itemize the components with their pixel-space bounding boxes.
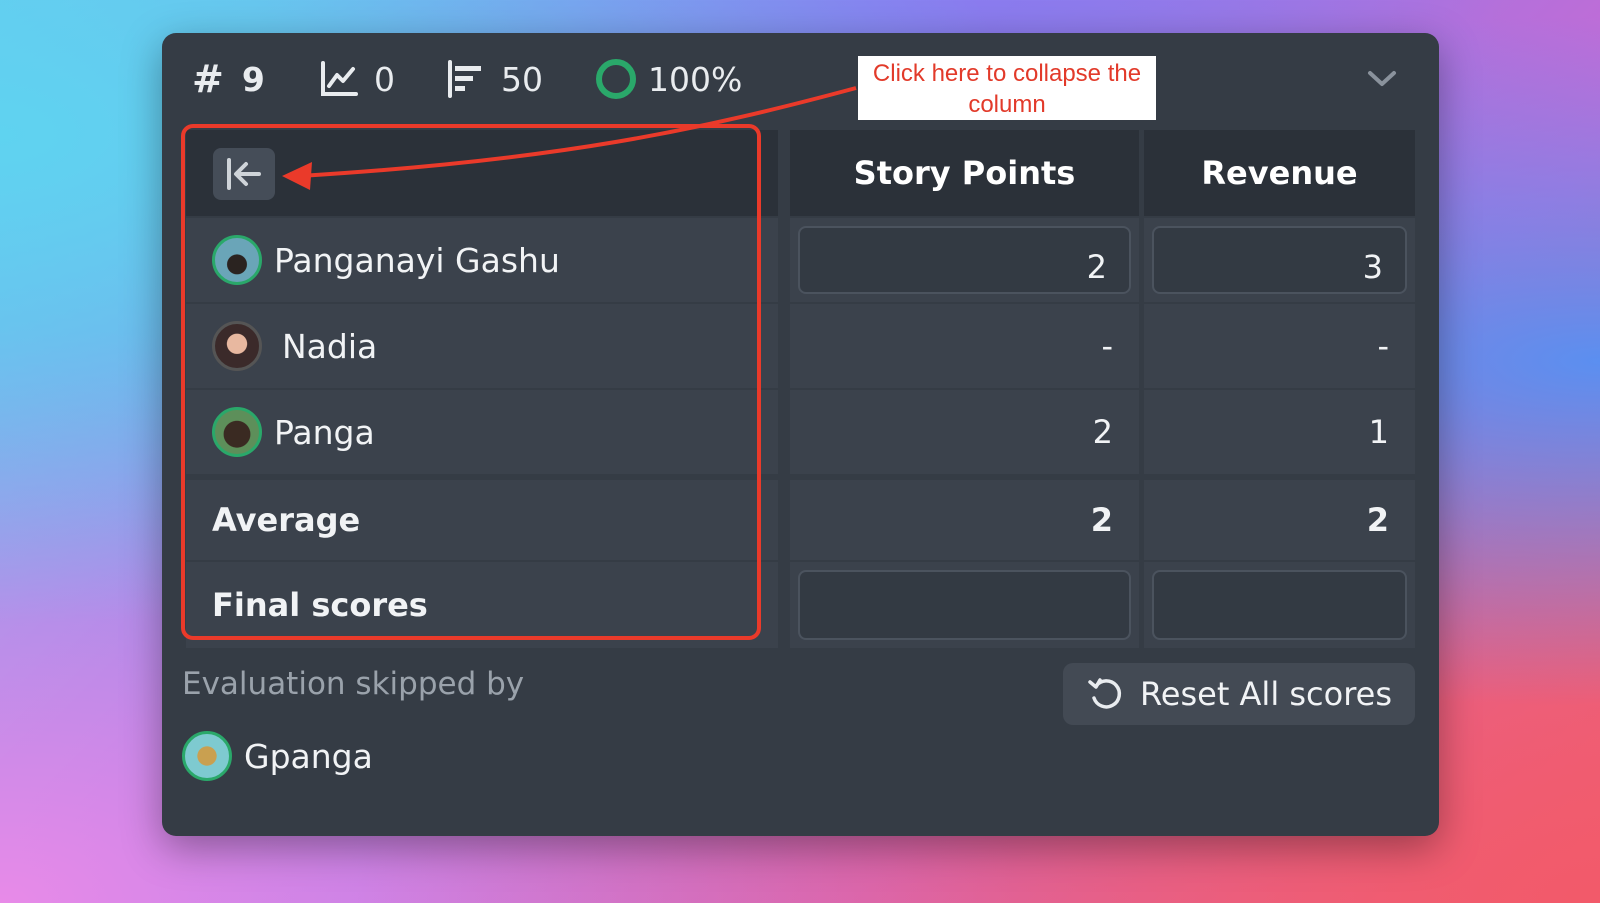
score-cell: 1	[1144, 390, 1415, 474]
chart-stat: 0	[320, 57, 395, 101]
bars-stat: 50	[447, 57, 543, 101]
score-cell: 2	[790, 218, 1139, 302]
participant-name: Panganayi Gashu	[274, 240, 560, 280]
final-score-cell	[1144, 562, 1415, 648]
average-value: 2	[790, 480, 1139, 560]
score-cell: -	[790, 304, 1139, 388]
revenue-column: Revenue 3 - 1 2	[1144, 130, 1415, 663]
progress-ring-icon	[594, 57, 638, 101]
skipped-label: Evaluation skipped by	[182, 666, 525, 702]
hash-icon: #	[192, 57, 224, 101]
chevron-down-icon[interactable]	[1367, 69, 1397, 89]
participant-row: Nadia	[186, 304, 778, 388]
final-score-input[interactable]	[1152, 570, 1407, 640]
progress-stat: 100%	[594, 57, 742, 101]
avatar	[212, 235, 262, 285]
collapse-column-button[interactable]	[213, 148, 275, 200]
participant-row: Panga	[186, 390, 778, 474]
estimation-panel: # 9 0 50 100% Panganayi Gashu Nadia Pang…	[162, 33, 1439, 836]
skipped-user-name: Gpanga	[244, 736, 373, 776]
ticket-number: 9	[241, 59, 265, 99]
annotation-line-1: Click here to collapse the	[872, 60, 1142, 87]
annotation-line-2: column	[968, 91, 1046, 118]
participant-row: Panganayi Gashu	[186, 218, 778, 302]
column-header-story-points: Story Points	[790, 130, 1139, 216]
skipped-user: Gpanga	[182, 731, 373, 781]
participants-column: Panganayi Gashu Nadia Panga Average Fina…	[186, 130, 778, 663]
score-input[interactable]: 2	[798, 226, 1131, 294]
final-scores-label: Final scores	[186, 562, 778, 648]
reset-all-scores-label: Reset All scores	[1139, 675, 1393, 713]
average-value: 2	[1144, 480, 1415, 560]
estimation-table: Panganayi Gashu Nadia Panga Average Fina…	[186, 130, 1415, 663]
score-cell: 2	[790, 390, 1139, 474]
participant-name: Nadia	[282, 326, 378, 366]
stats-bar: # 9 0 50 100%	[162, 33, 1439, 129]
average-label: Average	[186, 480, 778, 560]
score-input[interactable]: 3	[1152, 226, 1407, 294]
chart-count: 0	[374, 59, 395, 99]
final-score-input[interactable]	[798, 570, 1131, 640]
avatar	[212, 321, 262, 371]
bars-count: 50	[501, 59, 543, 99]
avatar	[182, 731, 232, 781]
participants-header	[186, 130, 778, 216]
column-header-revenue: Revenue	[1144, 130, 1415, 216]
reset-icon	[1086, 674, 1126, 714]
annotation-callout: Click here to collapse the column	[858, 56, 1156, 120]
ticket-number-stat: # 9	[192, 57, 265, 101]
participant-name: Panga	[274, 412, 375, 452]
bar-list-icon	[447, 60, 485, 98]
score-cell: 3	[1144, 218, 1415, 302]
line-chart-icon	[320, 61, 358, 97]
progress-percent: 100%	[648, 59, 743, 99]
collapse-left-icon	[227, 158, 261, 190]
final-score-cell	[790, 562, 1139, 648]
story-points-column: Story Points 2 - 2 2	[790, 130, 1139, 663]
avatar	[212, 407, 262, 457]
reset-all-scores-button[interactable]: Reset All scores	[1063, 663, 1415, 725]
score-cell: -	[1144, 304, 1415, 388]
